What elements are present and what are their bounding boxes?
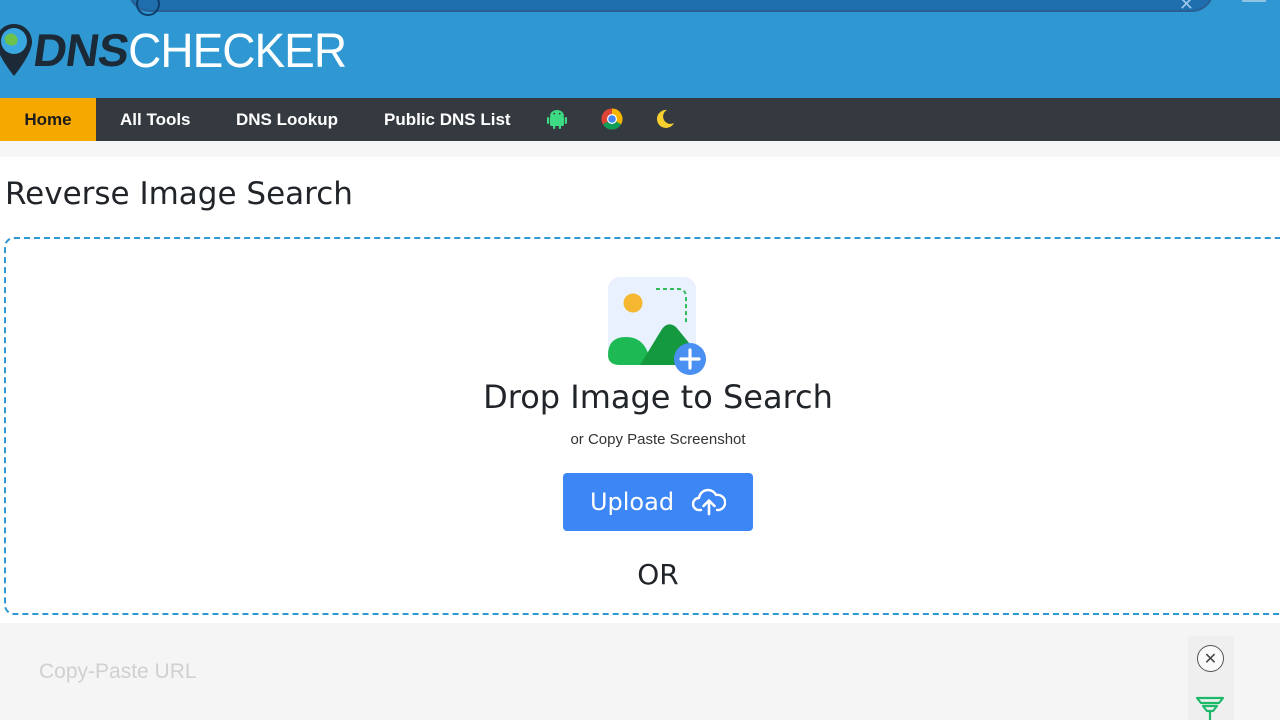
url-section-label: Copy-Paste URL (39, 660, 197, 683)
globe-pin-icon (0, 24, 32, 76)
logo-checker-text: CHECKER (128, 22, 347, 78)
nav-item-home[interactable]: Home (0, 98, 96, 141)
nav-item-dns-lookup[interactable]: DNS Lookup (236, 98, 338, 141)
android-icon[interactable] (546, 108, 568, 130)
nav-item-all-tools[interactable]: All Tools (120, 98, 191, 141)
nav-shadow (0, 141, 1280, 157)
main-nav: Home All Tools DNS Lookup Public DNS Lis… (0, 98, 1280, 141)
drop-title: Drop Image to Search (483, 378, 833, 416)
site-logo[interactable]: DNSCHECKER (0, 14, 347, 78)
upload-button[interactable]: Upload (563, 473, 753, 531)
moon-icon[interactable] (653, 108, 675, 130)
or-separator: OR (637, 558, 679, 591)
ad-logo-icon[interactable] (1195, 694, 1225, 720)
cloud-upload-icon (692, 488, 727, 516)
close-icon[interactable]: ✕ (1179, 0, 1194, 15)
chrome-icon[interactable] (601, 108, 623, 130)
logo-dns-text: DNS (30, 24, 132, 76)
close-icon[interactable]: ✕ (1197, 645, 1224, 672)
nav-item-label: Public DNS List (384, 110, 511, 129)
image-add-icon (608, 277, 706, 375)
drop-subtitle: or Copy Paste Screenshot (570, 431, 746, 448)
browser-search-bar[interactable]: ✕ (128, 0, 1214, 16)
page-title: Reverse Image Search (5, 176, 353, 212)
nav-item-public-dns-list[interactable]: Public DNS List (384, 98, 511, 141)
nav-item-label: Home (24, 110, 72, 129)
nav-item-label: All Tools (120, 110, 191, 129)
site-header: ✕ DNSCHECKER (0, 0, 1280, 98)
nav-item-label: DNS Lookup (236, 110, 338, 129)
menu-icon[interactable] (1242, 0, 1266, 2)
upload-label: Upload (589, 488, 675, 516)
